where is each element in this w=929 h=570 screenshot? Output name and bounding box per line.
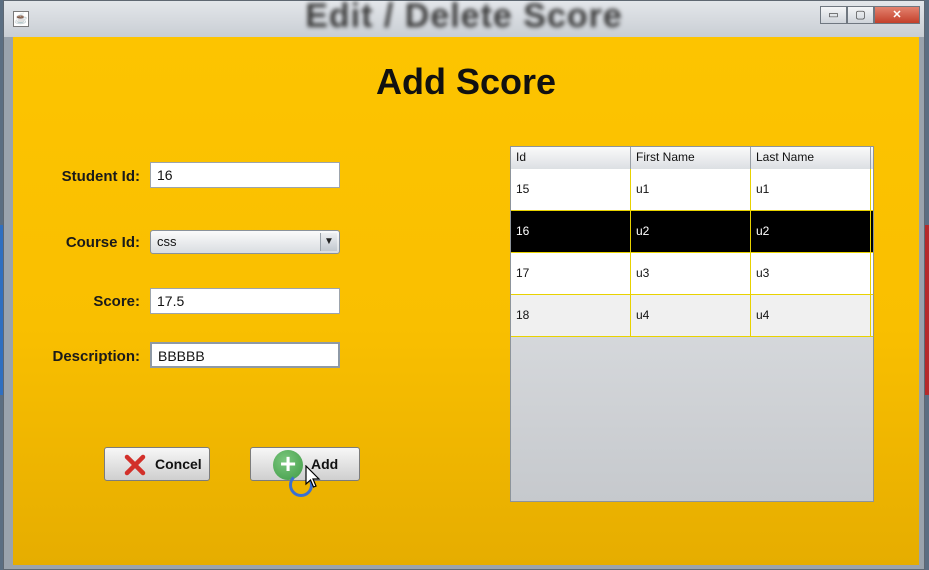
table-cell-last-name: u4: [751, 295, 871, 336]
table-cell-id: 15: [511, 169, 631, 210]
column-header-last-name[interactable]: Last Name: [751, 147, 871, 169]
table-cell-id: 16: [511, 211, 631, 252]
course-id-value: css: [157, 234, 177, 249]
title-bar[interactable]: ☕ Edit / Delete Score ▭ ▢ ✕: [4, 0, 924, 37]
mouse-cursor-icon: [305, 465, 321, 488]
window-title: Edit / Delete Score: [305, 0, 623, 35]
table-cell-first-name: u2: [631, 211, 751, 252]
students-table[interactable]: Id First Name Last Name 15 u1 u1 16 u2 u…: [510, 146, 874, 502]
table-cell-last-name: u3: [751, 253, 871, 294]
course-id-select[interactable]: css ▼: [150, 230, 340, 254]
student-id-label: Student Id:: [61, 168, 140, 185]
table-cell-id: 18: [511, 295, 631, 336]
table-cell-first-name: u1: [631, 169, 751, 210]
table-cell-id: 17: [511, 253, 631, 294]
description-field[interactable]: BBBBB: [150, 342, 340, 368]
cancel-button-label: Concel: [155, 456, 202, 472]
close-button[interactable]: ✕: [874, 6, 920, 24]
table-row-selected[interactable]: 16 u2 u2: [511, 211, 873, 253]
cancel-button[interactable]: Concel: [104, 447, 210, 481]
score-label: Score:: [93, 293, 140, 310]
table-cell-first-name: u3: [631, 253, 751, 294]
description-label: Description:: [52, 348, 140, 365]
chevron-down-icon[interactable]: ▼: [320, 233, 337, 251]
window-controls: ▭ ▢ ✕: [820, 6, 920, 24]
student-id-field[interactable]: 16: [150, 162, 340, 188]
table-cell-last-name: u2: [751, 211, 871, 252]
column-header-first-name[interactable]: First Name: [631, 147, 751, 169]
page-title: Add Score: [375, 61, 557, 102]
column-header-id[interactable]: Id: [511, 147, 631, 169]
maximize-button[interactable]: ▢: [847, 6, 874, 24]
table-row[interactable]: 15 u1 u1: [511, 169, 873, 211]
table-row[interactable]: 18 u4 u4: [511, 295, 873, 337]
java-cup-icon[interactable]: ☕: [13, 11, 29, 27]
course-id-label: Course Id:: [65, 234, 140, 251]
close-x-icon: [124, 454, 146, 476]
table-cell-first-name: u4: [631, 295, 751, 336]
minimize-button[interactable]: ▭: [820, 6, 847, 24]
score-field[interactable]: 17.5: [150, 288, 340, 314]
app-window: ☕ Edit / Delete Score ▭ ▢ ✕ Add Score St…: [3, 0, 925, 570]
add-score-panel: Add Score Student Id: 16 Course Id: css …: [13, 37, 919, 565]
table-row[interactable]: 17 u3 u3: [511, 253, 873, 295]
table-header: Id First Name Last Name: [511, 147, 873, 170]
table-cell-last-name: u1: [751, 169, 871, 210]
